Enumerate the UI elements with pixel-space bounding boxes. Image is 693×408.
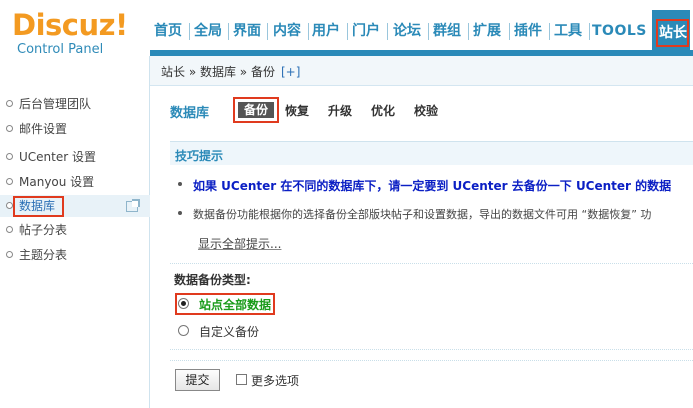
bullet-icon xyxy=(6,202,13,209)
sidebar: 后台管理团队 邮件设置 UCenter 设置 Manyou 设置 数据库 帖子分… xyxy=(0,56,150,408)
show-all-tips-link[interactable]: 显示全部提示... xyxy=(198,235,281,252)
tip-warning-text: 如果 UCenter 在不同的数据库下，请一定要到 UCenter 去备份一下 … xyxy=(193,179,672,193)
topnav-user[interactable]: 用户 xyxy=(311,20,341,42)
bullet-icon xyxy=(178,211,182,215)
topnav-separator xyxy=(347,23,348,40)
topnav-separator xyxy=(228,23,229,40)
tip-info-text: 数据备份功能根据你的选择备份全部版块帖子和设置数据，导出的数据文件可用 “数据恢… xyxy=(193,208,652,221)
topnav-separator xyxy=(387,23,388,40)
tips-panel: 技巧提示 如果 UCenter 在不同的数据库下，请一定要到 UCenter 去… xyxy=(170,141,693,259)
topnav-separator xyxy=(549,23,550,40)
topnav-content[interactable]: 内容 xyxy=(271,20,303,42)
breadcrumb-text: 站长 » 数据库 » 备份 xyxy=(161,65,275,79)
tips-title: 技巧提示 xyxy=(175,149,224,163)
breadcrumb: 站长 » 数据库 » 备份 [+] xyxy=(161,63,300,80)
radio-button-checked[interactable] xyxy=(178,298,189,309)
topnav-global[interactable]: 全局 xyxy=(193,20,223,42)
header: Discuz! Control Panel 首页 全局 界面 内容 用户 门户 … xyxy=(0,0,693,57)
more-options-checkbox[interactable] xyxy=(236,374,247,385)
sidebar-item-label: Manyou 设置 xyxy=(19,175,95,189)
tab-backup-label: 备份 xyxy=(238,102,274,118)
topnav-founder[interactable]: 站长 xyxy=(658,21,688,45)
topnav-portal[interactable]: 门户 xyxy=(350,20,382,42)
tab-optimize[interactable]: 优化 xyxy=(371,102,395,119)
topnav-separator xyxy=(189,23,190,40)
main-content: 数据库 备份 恢复 升级 优化 校验 技巧提示 如果 UCenter 在不同的数… xyxy=(150,87,693,408)
submit-button[interactable]: 提交 xyxy=(175,369,220,391)
bullet-icon xyxy=(6,226,13,233)
topnav-separator xyxy=(509,23,510,40)
section-divider xyxy=(170,349,693,350)
topnav-style[interactable]: 界面 xyxy=(232,20,262,42)
tab-backup[interactable]: 备份 xyxy=(233,97,279,123)
tab-upgrade[interactable]: 升级 xyxy=(328,102,352,119)
tab-check[interactable]: 校验 xyxy=(414,102,438,119)
topnav-separator xyxy=(468,23,469,40)
topnav-separator xyxy=(589,23,590,40)
discuz-logo[interactable]: Discuz! Control Panel xyxy=(12,8,147,57)
topnav-separator xyxy=(267,23,268,40)
topnav-group[interactable]: 群组 xyxy=(431,20,463,42)
section-divider xyxy=(170,263,693,264)
form-actions: 提交 更多选项 xyxy=(170,360,693,408)
open-external-icon[interactable] xyxy=(126,199,140,212)
topnav-extended[interactable]: 扩展 xyxy=(471,20,503,42)
tab-restore[interactable]: 恢复 xyxy=(285,102,309,119)
more-options-label: 更多选项 xyxy=(251,374,300,388)
sub-navigation: 数据库 备份 恢复 升级 优化 校验 xyxy=(150,87,693,133)
bullet-icon xyxy=(6,251,13,258)
tips-header: 技巧提示 xyxy=(170,141,693,165)
highlight-box xyxy=(13,196,64,217)
bullet-icon xyxy=(6,100,13,107)
option-all-data-label: 站点全部数据 xyxy=(199,298,272,312)
backup-type-label: 数据备份类型: xyxy=(174,273,251,287)
sidebar-item-label: 帖子分表 xyxy=(19,223,68,237)
sidebar-item-label: 后台管理团队 xyxy=(19,97,92,111)
topnav-separator xyxy=(428,23,429,40)
add-to-shortcut-button[interactable]: [+] xyxy=(281,65,300,79)
sidebar-item-label: UCenter 设置 xyxy=(19,150,96,164)
bullet-icon xyxy=(6,153,13,160)
topnav-plugin[interactable]: 插件 xyxy=(512,20,544,42)
topnav-home[interactable]: 首页 xyxy=(153,20,183,42)
top-navigation: 首页 全局 界面 内容 用户 门户 论坛 群组 扩展 插件 工具 TOOLS 站… xyxy=(150,10,693,56)
topnav-tools-en[interactable]: TOOLS xyxy=(592,20,646,42)
bullet-icon xyxy=(178,182,182,186)
bullet-icon xyxy=(6,178,13,185)
logo-text: Discuz! xyxy=(12,8,128,42)
topnav-separator xyxy=(308,23,309,40)
topnav-forum[interactable]: 论坛 xyxy=(391,20,423,42)
breadcrumb-bar: 站长 » 数据库 » 备份 [+] xyxy=(150,56,693,86)
sidebar-item-label: 主题分表 xyxy=(19,248,68,262)
option-custom-label: 自定义备份 xyxy=(199,325,260,339)
sidebar-item-label: 邮件设置 xyxy=(19,122,68,136)
bullet-icon xyxy=(6,125,13,132)
topnav-tools[interactable]: 工具 xyxy=(552,20,584,42)
radio-button[interactable] xyxy=(178,325,189,336)
page-title: 数据库 xyxy=(170,106,210,121)
